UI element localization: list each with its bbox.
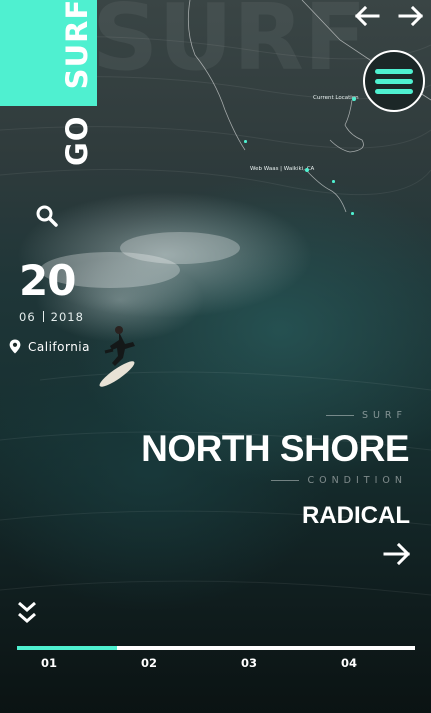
double-chevron-down-icon [18, 601, 36, 623]
slide-step-2[interactable]: 02 [134, 656, 164, 670]
arrow-left-icon [354, 6, 380, 26]
prev-button[interactable] [351, 2, 383, 30]
slide-progress-fill [17, 646, 117, 650]
location-pin-icon [9, 339, 21, 354]
location-name: California [28, 339, 90, 354]
date-month-year: 06 2018 [19, 310, 84, 324]
brand-line2: SURF [60, 0, 94, 90]
next-arrow-button[interactable] [395, 2, 427, 30]
spot-name: NORTH SHORE [141, 428, 409, 469]
date-day: 20 [19, 256, 76, 305]
map-marker[interactable] [244, 140, 247, 143]
condition-value: RADICAL [302, 502, 410, 529]
slide-steps: 01 02 03 04 [17, 656, 415, 672]
menu-button[interactable] [363, 50, 425, 112]
map-spot-marker[interactable] [305, 168, 309, 172]
surf-screen: SURF GO SURF Current Location Web Waas |… [0, 0, 431, 713]
map-marker[interactable] [351, 212, 354, 215]
search-icon [36, 205, 58, 227]
condition-row: CONDITION [271, 475, 407, 486]
surfer-figure [99, 326, 135, 387]
slide-progress-bar[interactable] [17, 646, 415, 650]
date-year: 2018 [50, 310, 84, 324]
divider-line [271, 480, 300, 481]
location[interactable]: California [9, 339, 90, 354]
scroll-down-button[interactable] [17, 600, 37, 626]
menu-icon [375, 68, 413, 74]
date-divider [42, 311, 44, 322]
nav-arrows [351, 2, 427, 30]
condition-label: CONDITION [307, 475, 407, 486]
arrow-right-icon [398, 6, 424, 26]
surf-category-label: SURF [361, 410, 407, 421]
arrow-right-icon [383, 542, 411, 566]
divider-line [325, 415, 354, 416]
search-button[interactable] [35, 204, 59, 228]
details-next-button[interactable] [383, 542, 411, 566]
brand-title: GO SURF [60, 0, 94, 168]
map-current-location-marker[interactable] [352, 97, 356, 101]
slide-step-3[interactable]: 03 [234, 656, 264, 670]
date-month: 06 [19, 310, 36, 324]
surf-category-row: SURF [325, 410, 407, 421]
brand-line1: GO [60, 115, 94, 166]
slide-step-1[interactable]: 01 [34, 656, 64, 670]
slide-step-4[interactable]: 04 [334, 656, 364, 670]
map-marker[interactable] [332, 180, 335, 183]
ghost-watermark: SURF [92, 0, 367, 91]
